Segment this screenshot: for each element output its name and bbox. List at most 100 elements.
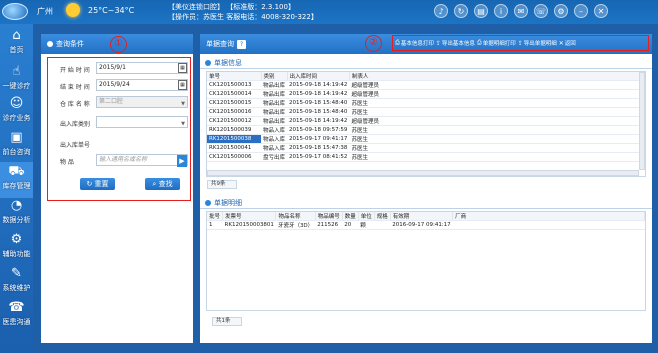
sidebar: ⌂ 首页 ☝ 一键诊疗 ☺ 诊疗业务 ▣ 前台咨询 ⛟ 库存管理 ◔ 数据分析 … bbox=[0, 24, 33, 353]
column-header[interactable]: 有效期 bbox=[390, 212, 454, 221]
minimize-icon[interactable]: – bbox=[574, 4, 588, 18]
column-header[interactable]: 制表人 bbox=[349, 72, 646, 81]
table-cell: 物品出库 bbox=[261, 116, 288, 126]
column-header[interactable]: 数量 bbox=[342, 212, 359, 221]
end-time-value: 2015/9/24 bbox=[99, 81, 130, 88]
toolbar-label: 导出单据明细 bbox=[523, 41, 557, 47]
chat-icon: ☎ bbox=[8, 300, 25, 315]
temperature-label: 25°C~34°C bbox=[88, 6, 135, 15]
sidebar-item-analytics[interactable]: ◔ 数据分析 bbox=[0, 196, 33, 232]
end-time-input[interactable]: 2015/9/24 ▦ bbox=[96, 79, 188, 91]
table-row[interactable]: CK1201500012 物品出库 2015-09-18 14:19:42 超级管理员 bbox=[207, 116, 645, 126]
table-cell: 物品入库 bbox=[261, 134, 288, 144]
table-cell: 苏医生 bbox=[349, 134, 645, 144]
start-time-input[interactable]: 2015/9/1 ▦ bbox=[96, 62, 188, 74]
return-button[interactable]: ✕ 返回 bbox=[559, 39, 576, 48]
calendar-icon[interactable]: ▦ bbox=[178, 63, 187, 73]
detail-total: 共1条 bbox=[212, 317, 242, 326]
table-cell: 2015-09-18 15:48:40 bbox=[287, 98, 350, 108]
start-time-row: 开 始 时 间 2015/9/1 ▦ bbox=[60, 62, 190, 74]
export-detail-button[interactable]: ⇪ 导出单据明细 bbox=[517, 39, 557, 48]
item-input[interactable]: 输入通用名或名称 ▶ bbox=[96, 154, 188, 167]
search-button[interactable]: ⌕ 查找 bbox=[145, 178, 180, 190]
table-cell: 1 bbox=[207, 220, 223, 230]
table-row[interactable]: 1 RK120150003801 牙瓷牙（3D） 211526 20 颗 201… bbox=[207, 220, 645, 230]
detail-section-title: 单据明细 bbox=[205, 198, 242, 208]
sidebar-item-label: 数据分析 bbox=[2, 216, 31, 224]
column-header[interactable]: 规格 bbox=[374, 212, 391, 221]
sidebar-item-inventory[interactable]: ⛟ 库存管理 bbox=[0, 162, 33, 198]
column-header[interactable]: 类别 bbox=[261, 72, 288, 81]
column-header[interactable]: 物品编号 bbox=[315, 212, 343, 221]
io-number-label: 出入库单号 bbox=[60, 142, 91, 149]
play-icon[interactable]: ▶ bbox=[177, 155, 187, 167]
table-cell: CK1201500015 bbox=[207, 98, 261, 108]
info-section-title: 单据信息 bbox=[205, 58, 242, 68]
chevron-down-icon: ▼ bbox=[181, 121, 185, 127]
column-header[interactable]: 物品名称 bbox=[275, 212, 316, 221]
table-cell: 2015-09-18 09:57:59 bbox=[287, 125, 350, 135]
sidebar-item-front-desk[interactable]: ▣ 前台咨询 bbox=[0, 128, 33, 164]
column-header[interactable]: 出入库时间 bbox=[287, 72, 350, 81]
table-row[interactable]: CK1201500013 物品出库 2015-09-18 14:19:42 超级管理员 bbox=[207, 80, 645, 90]
table-cell: RK1201500038 bbox=[207, 134, 261, 144]
column-header[interactable]: 单位 bbox=[358, 212, 375, 221]
start-time-value: 2015/9/1 bbox=[99, 64, 126, 71]
io-type-label: 出入库类别 bbox=[60, 121, 91, 128]
warehouse-label: 仓 库 名 称 bbox=[60, 101, 90, 108]
sidebar-item-communication[interactable]: ☎ 医患沟通 bbox=[0, 298, 33, 334]
printer-icon: ⎙ bbox=[476, 39, 482, 46]
export-icon: ⇪ bbox=[517, 39, 523, 47]
table-row-selected[interactable]: RK1201500038 物品入库 2015-09-17 09:41:17 苏医生 bbox=[207, 134, 645, 144]
table-row[interactable]: CK1201500014 物品出库 2015-09-18 14:19:42 超级管理员 bbox=[207, 89, 645, 99]
sidebar-item-treatment[interactable]: ☺ 诊疗业务 bbox=[0, 94, 33, 130]
table-cell: 物品出库 bbox=[261, 107, 288, 117]
cart-icon: ⛟ bbox=[8, 164, 25, 179]
table-cell: CK1201500006 bbox=[207, 152, 261, 162]
message-icon[interactable]: ✉ bbox=[514, 4, 528, 18]
settings-icon[interactable]: ⚙ bbox=[554, 4, 568, 18]
sidebar-item-quick-treat[interactable]: ☝ 一键诊疗 bbox=[0, 62, 33, 98]
table-row[interactable]: CK1201500016 物品出库 2015-09-18 15:48:40 苏医生 bbox=[207, 107, 645, 117]
sidebar-item-label: 库存管理 bbox=[2, 182, 31, 190]
sidebar-item-label: 首页 bbox=[9, 46, 24, 54]
card-icon[interactable]: ▤ bbox=[474, 4, 488, 18]
sidebar-item-maintenance[interactable]: ✎ 系统维护 bbox=[0, 264, 33, 300]
table-cell: 2015-09-18 15:47:38 bbox=[287, 143, 350, 153]
refresh-icon: ↻ bbox=[86, 180, 93, 188]
refresh-icon[interactable]: ↻ bbox=[454, 4, 468, 18]
sidebar-item-aux[interactable]: ⚙ 辅助功能 bbox=[0, 230, 33, 266]
close-icon[interactable]: ✕ bbox=[594, 4, 608, 18]
bell-icon[interactable]: ♪ bbox=[434, 4, 448, 18]
table-row[interactable]: RK1201500039 物品入库 2015-09-18 09:57:59 苏医生 bbox=[207, 125, 645, 135]
column-header[interactable]: 厂商 bbox=[452, 212, 645, 221]
table-row[interactable]: CK1201500006 盘亏出库 2015-09-17 08:41:52 苏医生 bbox=[207, 152, 645, 162]
column-header[interactable]: 批号 bbox=[207, 212, 224, 221]
start-time-label: 开 始 时 间 bbox=[60, 67, 90, 74]
column-header[interactable]: 发票号 bbox=[222, 212, 277, 221]
toolbar-label: 单据明细打印 bbox=[482, 41, 516, 47]
table-row[interactable]: CK1201500015 物品出库 2015-09-18 15:48:40 苏医生 bbox=[207, 98, 645, 108]
io-number-row: 出入库单号 bbox=[60, 137, 190, 149]
print-detail-button[interactable]: ⎙ 单据明细打印 bbox=[477, 39, 516, 47]
column-header[interactable]: 单号 bbox=[207, 72, 262, 81]
table-row[interactable]: RK1201500041 物品入库 2015-09-18 15:47:38 苏医生 bbox=[207, 143, 645, 153]
toolbar-label: 返回 bbox=[564, 41, 576, 47]
info-icon[interactable]: i bbox=[494, 4, 508, 18]
sidebar-item-home[interactable]: ⌂ 首页 bbox=[0, 26, 33, 62]
io-type-select[interactable]: ▼ bbox=[96, 116, 188, 128]
detail-table: 批号 发票号 物品名称 物品编号 数量 单位 规格 有效期 厂商 1 RK120… bbox=[207, 212, 645, 230]
app-logo bbox=[2, 3, 28, 20]
print-basic-button[interactable]: ⎙ 基本信息打印 bbox=[395, 39, 434, 47]
calendar-icon[interactable]: ▦ bbox=[178, 80, 187, 90]
horizontal-scrollbar[interactable] bbox=[207, 170, 639, 176]
help-icon[interactable]: ? bbox=[237, 39, 246, 49]
warehouse-select[interactable]: 第二口腔 ▼ bbox=[96, 96, 188, 108]
export-basic-button[interactable]: ⇪ 导出基本信息 bbox=[436, 39, 475, 48]
table-cell: 苏医生 bbox=[349, 143, 645, 153]
phone-icon[interactable]: ☏ bbox=[534, 4, 548, 18]
reset-button[interactable]: ↻ 重置 bbox=[80, 178, 115, 190]
sun-icon bbox=[66, 3, 80, 17]
vertical-scrollbar[interactable] bbox=[639, 72, 645, 170]
info-table: 单号 类别 出入库时间 制表人 CK1201500013 物品出库 2015-09-… bbox=[207, 72, 646, 162]
